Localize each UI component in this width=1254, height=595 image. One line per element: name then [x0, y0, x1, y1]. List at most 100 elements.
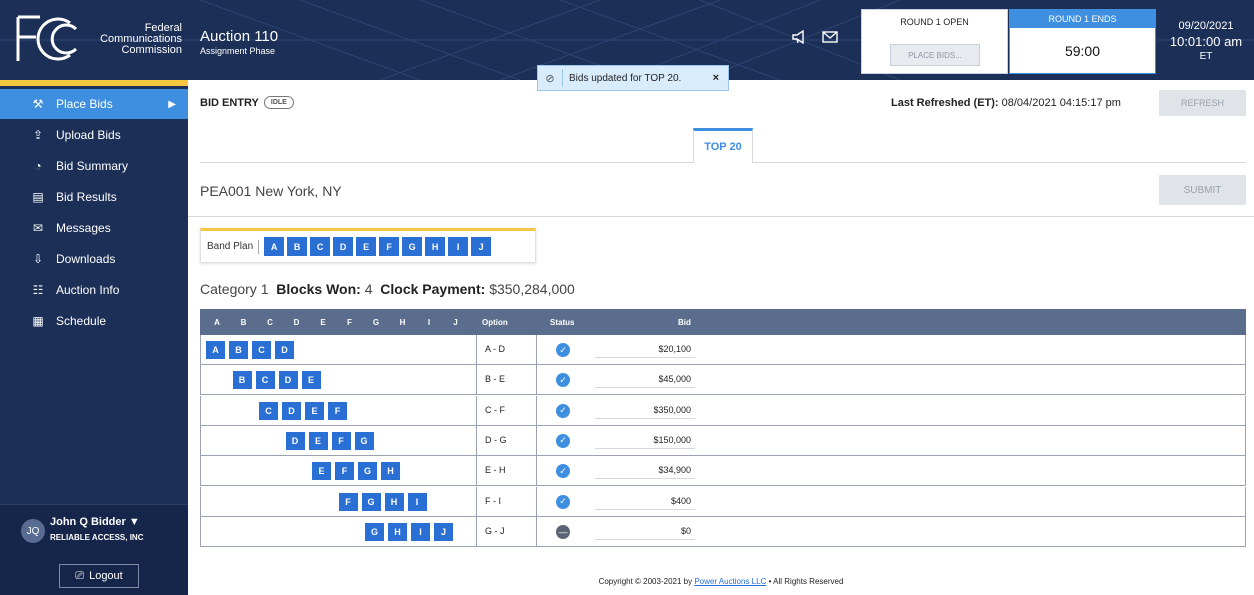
sidebar-item-downloads[interactable]: ⇩ Downloads: [0, 244, 188, 274]
row-block-group: EFGH: [312, 462, 404, 481]
sidebar-item-schedule[interactable]: ▦ Schedule: [0, 306, 188, 336]
sidebar-item-auction-info[interactable]: ☷ Auction Info: [0, 275, 188, 305]
col-status: Status: [550, 318, 575, 327]
sidebar-item-messages[interactable]: ✉ Messages: [0, 213, 188, 243]
blocks-won-label: Blocks Won:: [276, 281, 361, 297]
row-block-g: G: [358, 462, 377, 481]
row-block-g: G: [354, 431, 374, 450]
refresh-button[interactable]: REFRESH: [1159, 90, 1246, 116]
band-plan-blocks: ABCDEFGHIJ: [264, 237, 494, 256]
footer-suffix: • All Rights Reserved: [766, 577, 844, 586]
calendar-icon: ▦: [32, 314, 44, 328]
row-block-h: H: [388, 522, 407, 541]
sidebar-item-place-bids[interactable]: ⚒ Place Bids ▶: [0, 89, 188, 119]
check-circle-icon: ✓: [556, 464, 570, 479]
logout-button[interactable]: ⎚ Logout: [59, 564, 139, 588]
band-block-e[interactable]: E: [356, 237, 377, 256]
footer-prefix: Copyright © 2003-2021 by: [598, 577, 695, 586]
row-block-d: D: [282, 401, 301, 420]
header-letter-c: C: [267, 318, 273, 327]
band-block-h[interactable]: H: [425, 237, 446, 256]
row-block-group: CDEF: [259, 401, 351, 420]
band-block-j[interactable]: J: [471, 237, 492, 256]
bid-input[interactable]: $20,100: [595, 340, 695, 358]
check-circle-icon: ✓: [556, 403, 570, 418]
footer-link[interactable]: Power Auctions LLC: [694, 577, 766, 586]
toast-message: Bids updated for TOP 20.: [569, 72, 682, 84]
auction-title: Auction 110: [200, 28, 279, 45]
row-blocks-cell: CDEF: [201, 395, 477, 425]
round-open-panel: ROUND 1 OPEN PLACE BIDS...: [861, 9, 1008, 74]
user-org: RELIABLE ACCESS, INC: [50, 533, 144, 542]
row-block-e: E: [308, 431, 328, 450]
row-block-f: F: [335, 462, 354, 481]
header-letter-g: G: [372, 318, 380, 327]
check-circle-icon: ✓: [556, 494, 570, 509]
logout-label: Logout: [89, 570, 123, 582]
band-block-g[interactable]: G: [402, 237, 423, 256]
bid-input[interactable]: $34,900: [595, 461, 695, 480]
sidebar-item-label: Upload Bids: [56, 128, 121, 142]
user-panel: JQ John Q Bidder ▼ RELIABLE ACCESS, INC …: [0, 504, 188, 595]
round-ends-label: ROUND 1 ENDS: [1010, 10, 1155, 28]
band-block-i[interactable]: I: [448, 237, 469, 256]
toast-divider: [562, 69, 563, 87]
band-block-f[interactable]: F: [379, 237, 400, 256]
user-menu[interactable]: John Q Bidder ▼: [50, 516, 140, 528]
current-date: 09/20/2021: [1178, 20, 1234, 32]
table-row: ABCD A - D ✓ $20,100: [200, 335, 1246, 365]
row-blocks-cell: DEFG: [201, 425, 477, 455]
header-letter-h: H: [399, 318, 406, 327]
clock-payment-label: Clock Payment:: [380, 281, 486, 297]
row-block-group: GHIJ: [365, 522, 457, 541]
bid-input[interactable]: $150,000: [595, 431, 695, 449]
row-block-i: I: [407, 492, 427, 511]
table-row: EFGH E - H ✓ $34,900: [200, 456, 1246, 487]
row-block-d: D: [275, 341, 294, 359]
check-circle-icon: ⊘: [545, 72, 555, 85]
fcc-logo[interactable]: Federal Communications Commission: [14, 13, 182, 65]
sidebar-accent-bar: [0, 80, 188, 86]
sidebar-item-upload-bids[interactable]: ⇪ Upload Bids: [0, 120, 188, 150]
sidebar-item-bid-summary[interactable]: ◔ Bid Summary: [0, 151, 188, 181]
megaphone-icon[interactable]: [791, 29, 807, 47]
band-block-a[interactable]: A: [264, 237, 285, 256]
close-icon[interactable]: ×: [713, 72, 719, 84]
last-refreshed-value: 08/04/2021 04:15:17 pm: [1001, 97, 1121, 109]
row-block-b: B: [229, 341, 248, 359]
gavel-icon: ⚒: [32, 97, 44, 111]
row-option: B - E: [477, 365, 537, 395]
row-blocks-cell: GHIJ: [201, 516, 477, 546]
auction-phase: Assignment Phase: [200, 46, 276, 56]
sidebar-item-label: Place Bids: [56, 97, 113, 111]
band-block-b[interactable]: B: [287, 237, 308, 256]
submit-button[interactable]: SUBMIT: [1159, 175, 1246, 205]
row-block-e: E: [305, 401, 324, 420]
row-option: D - G: [477, 425, 537, 455]
pea-code: PEA001: [200, 183, 252, 199]
bid-input[interactable]: $0: [595, 522, 695, 540]
bid-input[interactable]: $45,000: [595, 370, 695, 389]
row-option: G - J: [477, 516, 537, 546]
band-block-d[interactable]: D: [333, 237, 354, 256]
messages-envelope-icon[interactable]: [822, 30, 838, 47]
col-bid: Bid: [678, 318, 691, 327]
place-bids-button[interactable]: PLACE BIDS...: [890, 44, 980, 66]
sidebar-item-label: Downloads: [56, 252, 116, 266]
row-block-h: H: [381, 462, 400, 481]
band-block-c[interactable]: C: [310, 237, 331, 256]
row-option: F - I: [477, 486, 537, 516]
category-label: Category 1: [200, 281, 269, 297]
table-row: DEFG D - G ✓ $150,000: [200, 425, 1246, 456]
row-block-a: A: [206, 341, 225, 359]
sidebar-item-bid-results[interactable]: ▤ Bid Results: [0, 182, 188, 212]
upload-icon: ⇪: [32, 128, 44, 142]
bid-input[interactable]: $350,000: [595, 401, 695, 419]
sidebar-item-label: Bid Results: [56, 190, 117, 204]
clipboard-icon: ☷: [32, 283, 44, 297]
bid-input[interactable]: $400: [595, 492, 695, 510]
table-row: CDEF C - F ✓ $350,000: [200, 395, 1246, 426]
tab-top-20[interactable]: TOP 20: [693, 128, 753, 163]
row-blocks-cell: FGHI: [201, 486, 477, 516]
row-block-d: D: [278, 371, 298, 390]
